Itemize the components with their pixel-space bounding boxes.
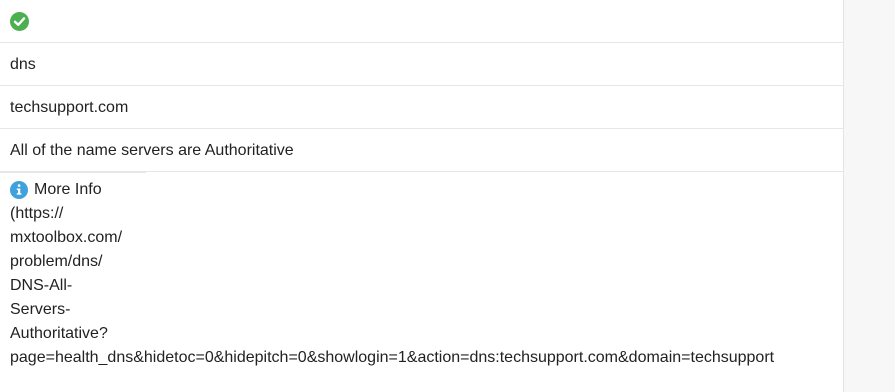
command-row: dns	[0, 43, 843, 86]
more-info-url-line[interactable]: mxtoolbox.com/	[10, 226, 122, 250]
more-info-url-line[interactable]: Authoritative?	[10, 322, 108, 346]
domain-row: techsupport.com	[0, 86, 843, 129]
status-row	[0, 0, 843, 43]
more-info-url-line[interactable]: (https://	[10, 202, 63, 226]
command-value: dns	[10, 56, 36, 73]
dns-result-view: dns techsupport.com All of the name serv…	[0, 0, 895, 392]
check-circle-icon	[10, 12, 29, 31]
more-info-label[interactable]: More Info	[34, 178, 102, 202]
result-table: dns techsupport.com All of the name serv…	[0, 0, 843, 392]
result-message-row: All of the name servers are Authoritativ…	[0, 129, 843, 172]
more-info-url-line[interactable]: page=health_dns&hidetoc=0&hidepitch=0&sh…	[10, 346, 774, 370]
more-info-url-line[interactable]: DNS-All-	[10, 274, 72, 298]
right-side-panel	[843, 0, 895, 392]
info-icon	[10, 181, 28, 199]
more-info-link[interactable]: More Info (https:// mxtoolbox.com/ probl…	[0, 172, 774, 392]
domain-value: techsupport.com	[10, 99, 129, 116]
result-message: All of the name servers are Authoritativ…	[10, 142, 294, 159]
more-info-url-line[interactable]: Servers-	[10, 298, 70, 322]
more-info-url-line[interactable]: problem/dns/	[10, 250, 103, 274]
